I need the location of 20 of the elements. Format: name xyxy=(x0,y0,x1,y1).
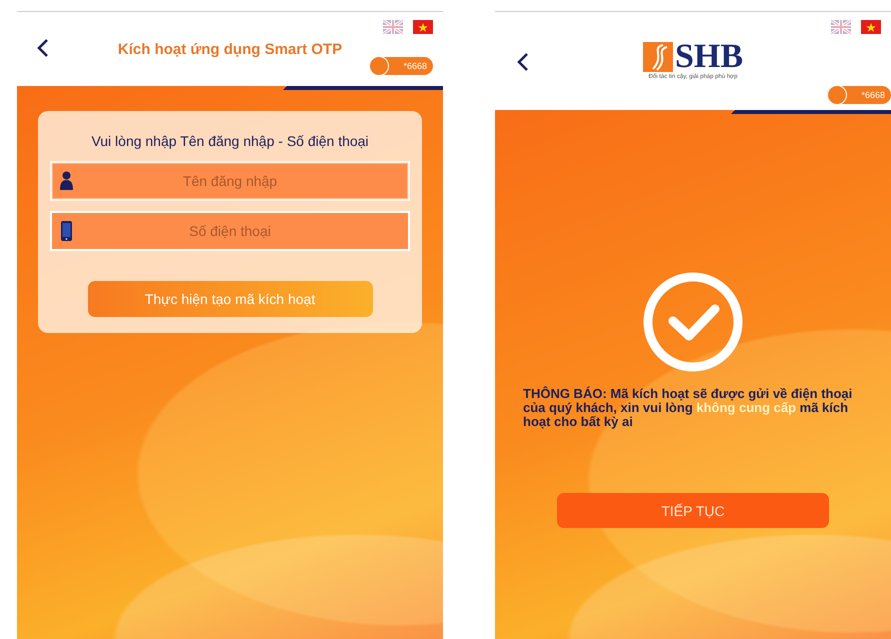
person-icon xyxy=(60,171,73,191)
back-icon[interactable] xyxy=(517,52,529,72)
vietnam-flag-icon[interactable] xyxy=(413,20,433,34)
back-icon[interactable] xyxy=(37,38,49,58)
continue-button[interactable]: TIẾP TỤC xyxy=(557,493,829,528)
form-title: Vui lòng nhập Tên đăng nhập - Số điện thoại xyxy=(91,133,369,149)
phone-field[interactable]: Số điện thoại xyxy=(50,211,410,251)
phone-icon xyxy=(60,221,73,241)
username-field[interactable]: Tên đăng nhập xyxy=(50,161,410,201)
screen-title: Kích hoạt ứng dụng Smart OTP xyxy=(118,40,342,58)
uk-flag-icon[interactable] xyxy=(831,20,851,34)
notice-text: THÔNG BÁO: Mã kích hoạt sẽ được gửi về điện thoại của quý khách, xin vui lòng không cung cấp mã kích hoạt cho bất kỳ ai xyxy=(523,387,854,429)
uk-flag-icon[interactable] xyxy=(383,20,403,34)
checkmark-circle-icon xyxy=(642,271,744,373)
hotline-button[interactable]: *6668 xyxy=(827,86,891,104)
create-code-button[interactable]: Thực hiện tạo mã kích hoạt xyxy=(88,281,372,317)
logo-text: SHB xyxy=(674,42,744,72)
vietnam-flag-icon[interactable] xyxy=(861,20,881,34)
logo-icon xyxy=(642,42,673,72)
hotline-button[interactable]: *6668 xyxy=(369,57,433,75)
